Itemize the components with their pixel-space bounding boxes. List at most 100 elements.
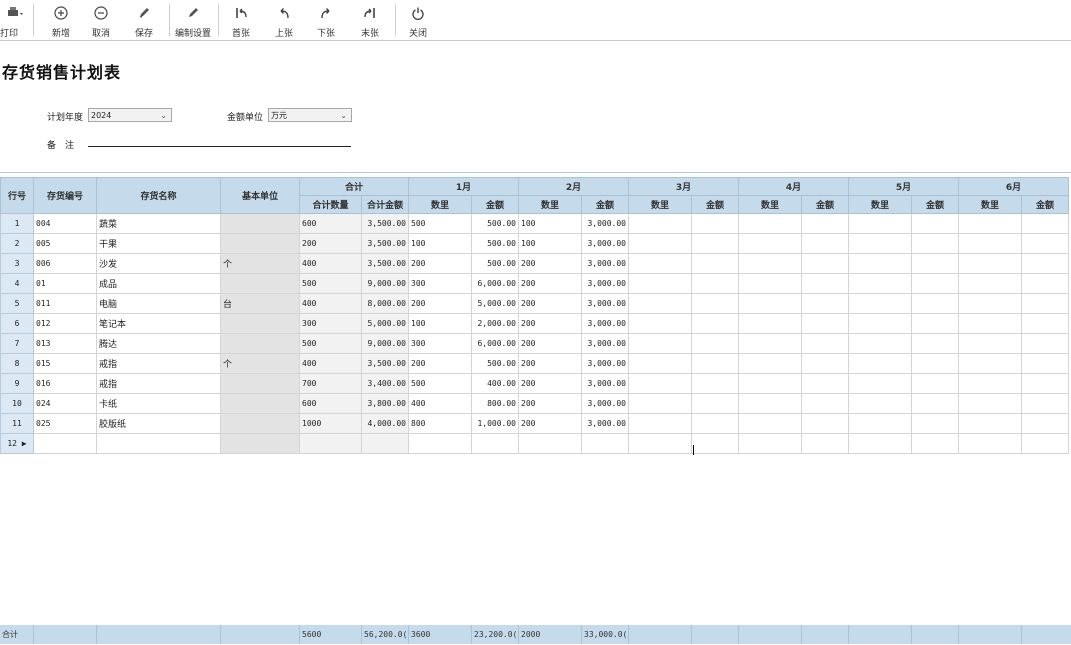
empty-month-cell[interactable] bbox=[958, 353, 1022, 374]
empty-month-cell[interactable] bbox=[738, 213, 802, 234]
empty-month-cell[interactable] bbox=[848, 413, 912, 434]
m2-qty-cell[interactable] bbox=[518, 433, 582, 454]
code-cell[interactable]: 006 bbox=[33, 253, 97, 274]
empty-month-cell[interactable] bbox=[911, 333, 959, 354]
unit-cell[interactable] bbox=[220, 333, 300, 354]
unit-cell[interactable] bbox=[220, 313, 300, 334]
empty-month-cell[interactable] bbox=[1021, 433, 1069, 454]
m1-amt-cell[interactable]: 6,000.00 bbox=[471, 273, 519, 294]
header-qty[interactable]: 数里 bbox=[628, 195, 692, 214]
empty-month-cell[interactable] bbox=[958, 253, 1022, 274]
header-amt[interactable]: 金额 bbox=[581, 195, 629, 214]
total-amt-cell[interactable]: 4,000.00 bbox=[361, 413, 409, 434]
empty-month-cell[interactable] bbox=[628, 293, 692, 314]
name-cell[interactable]: 成品 bbox=[96, 273, 221, 294]
m2-qty-cell[interactable]: 200 bbox=[518, 313, 582, 334]
total-amt-cell[interactable]: 3,500.00 bbox=[361, 233, 409, 254]
empty-month-cell[interactable] bbox=[1021, 273, 1069, 294]
code-cell[interactable]: 024 bbox=[33, 393, 97, 414]
empty-month-cell[interactable] bbox=[738, 233, 802, 254]
m1-amt-cell[interactable]: 800.00 bbox=[471, 393, 519, 414]
total-amt-cell[interactable]: 3,500.00 bbox=[361, 253, 409, 274]
unit-cell[interactable] bbox=[220, 413, 300, 434]
empty-month-cell[interactable] bbox=[691, 433, 739, 454]
next-button[interactable]: 下张 bbox=[311, 0, 341, 40]
header-amt[interactable]: 金额 bbox=[1021, 195, 1069, 214]
m1-amt-cell[interactable] bbox=[471, 433, 519, 454]
code-cell[interactable]: 005 bbox=[33, 233, 97, 254]
unit-cell[interactable]: 台 bbox=[220, 293, 300, 314]
name-cell[interactable]: 蔬菜 bbox=[96, 213, 221, 234]
table-row[interactable]: 6 012 笔记本 300 5,000.00 100 2,000.00 200 3,000.00 bbox=[0, 313, 1069, 334]
empty-month-cell[interactable] bbox=[1021, 413, 1069, 434]
m1-amt-cell[interactable]: 2,000.00 bbox=[471, 313, 519, 334]
empty-month-cell[interactable] bbox=[801, 393, 849, 414]
empty-month-cell[interactable] bbox=[958, 373, 1022, 394]
m2-amt-cell[interactable]: 3,000.00 bbox=[581, 273, 629, 294]
empty-month-cell[interactable] bbox=[628, 353, 692, 374]
empty-month-cell[interactable] bbox=[738, 313, 802, 334]
empty-month-cell[interactable] bbox=[628, 213, 692, 234]
empty-month-cell[interactable] bbox=[801, 353, 849, 374]
empty-month-cell[interactable] bbox=[691, 413, 739, 434]
table-row[interactable]: 2 005 干果 200 3,500.00 100 500.00 100 3,000.00 bbox=[0, 233, 1069, 254]
header-amt[interactable]: 金额 bbox=[471, 195, 519, 214]
m2-qty-cell[interactable]: 200 bbox=[518, 333, 582, 354]
code-cell[interactable]: 013 bbox=[33, 333, 97, 354]
m1-amt-cell[interactable]: 500.00 bbox=[471, 213, 519, 234]
empty-month-cell[interactable] bbox=[691, 253, 739, 274]
header-total-amt[interactable]: 合计金额 bbox=[361, 195, 409, 214]
year-select[interactable]: 2024 ⌄ bbox=[88, 108, 172, 122]
empty-month-cell[interactable] bbox=[738, 373, 802, 394]
m1-amt-cell[interactable]: 500.00 bbox=[471, 253, 519, 274]
empty-month-cell[interactable] bbox=[911, 433, 959, 454]
empty-month-cell[interactable] bbox=[691, 393, 739, 414]
m1-qty-cell[interactable]: 300 bbox=[408, 333, 472, 354]
empty-month-cell[interactable] bbox=[1021, 293, 1069, 314]
m1-amt-cell[interactable]: 5,000.00 bbox=[471, 293, 519, 314]
header-unit[interactable]: 基本单位 bbox=[220, 177, 300, 214]
empty-month-cell[interactable] bbox=[628, 253, 692, 274]
empty-month-cell[interactable] bbox=[848, 273, 912, 294]
table-row[interactable]: 4 01 成品 500 9,000.00 300 6,000.00 200 3,000.00 bbox=[0, 273, 1069, 294]
unit-cell[interactable] bbox=[220, 273, 300, 294]
code-cell[interactable]: 015 bbox=[33, 353, 97, 374]
empty-month-cell[interactable] bbox=[801, 273, 849, 294]
empty-month-cell[interactable] bbox=[628, 393, 692, 414]
header-qty[interactable]: 数里 bbox=[958, 195, 1022, 214]
empty-month-cell[interactable] bbox=[911, 213, 959, 234]
total-qty-cell[interactable]: 700 bbox=[299, 373, 362, 394]
m1-qty-cell[interactable]: 800 bbox=[408, 413, 472, 434]
unit-cell[interactable] bbox=[220, 233, 300, 254]
empty-month-cell[interactable] bbox=[911, 393, 959, 414]
empty-month-cell[interactable] bbox=[691, 213, 739, 234]
total-qty-cell[interactable]: 600 bbox=[299, 393, 362, 414]
empty-month-cell[interactable] bbox=[1021, 253, 1069, 274]
empty-month-cell[interactable] bbox=[628, 333, 692, 354]
header-qty[interactable]: 数里 bbox=[738, 195, 802, 214]
empty-month-cell[interactable] bbox=[801, 373, 849, 394]
empty-month-cell[interactable] bbox=[1021, 213, 1069, 234]
empty-month-cell[interactable] bbox=[738, 413, 802, 434]
name-cell[interactable]: 腾达 bbox=[96, 333, 221, 354]
empty-month-cell[interactable] bbox=[1021, 313, 1069, 334]
new-button[interactable]: 新增 bbox=[46, 0, 76, 40]
m2-amt-cell[interactable]: 3,000.00 bbox=[581, 373, 629, 394]
m1-qty-cell[interactable]: 300 bbox=[408, 273, 472, 294]
empty-month-cell[interactable] bbox=[958, 293, 1022, 314]
total-qty-cell[interactable]: 600 bbox=[299, 213, 362, 234]
empty-month-cell[interactable] bbox=[628, 273, 692, 294]
name-cell[interactable]: 戒指 bbox=[96, 373, 221, 394]
table-row[interactable]: 5 011 电脑台 400 8,000.00 200 5,000.00 200 3,000.00 bbox=[0, 293, 1069, 314]
m1-qty-cell[interactable]: 200 bbox=[408, 253, 472, 274]
empty-month-cell[interactable] bbox=[848, 253, 912, 274]
m2-amt-cell[interactable]: 3,000.00 bbox=[581, 413, 629, 434]
m1-amt-cell[interactable]: 1,000.00 bbox=[471, 413, 519, 434]
empty-month-cell[interactable] bbox=[958, 433, 1022, 454]
m1-amt-cell[interactable]: 500.00 bbox=[471, 233, 519, 254]
unit-cell[interactable] bbox=[220, 213, 300, 234]
name-cell[interactable] bbox=[96, 433, 221, 454]
unit-cell[interactable] bbox=[220, 373, 300, 394]
empty-month-cell[interactable] bbox=[848, 213, 912, 234]
empty-month-cell[interactable] bbox=[1021, 333, 1069, 354]
